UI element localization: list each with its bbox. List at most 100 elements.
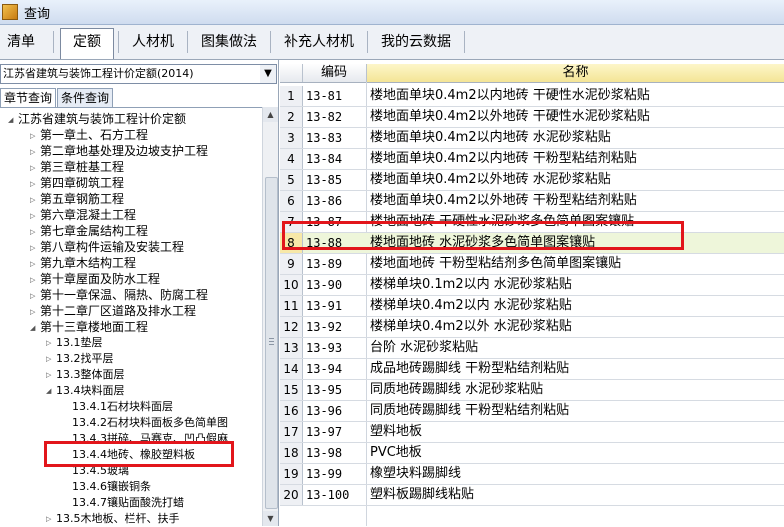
expand-toggle-icon[interactable]: ▷ xyxy=(30,160,40,176)
table-row[interactable]: 17 13-97 塑料地板 xyxy=(280,422,784,443)
table-row[interactable]: 9 13-89 楼地面地砖 干粉型粘结剂多色简单图案镶贴 xyxy=(280,254,784,275)
expand-toggle-icon[interactable]: ◢ xyxy=(46,383,56,399)
tab-tuji-zuofa[interactable]: 图集做法 xyxy=(193,29,265,55)
tree-node-subsection[interactable]: 13.4.2石材块料面板多色简单图 xyxy=(72,415,228,431)
table-row[interactable]: 13 13-93 台阶 水泥砂浆粘贴 xyxy=(280,338,784,359)
tree-node-chapter[interactable]: ▷ 第五章钢筋工程 xyxy=(30,191,124,207)
tree-node-chapter[interactable]: ▷ 第八章构件运输及安装工程 xyxy=(30,239,184,255)
header-name[interactable]: 名称 xyxy=(367,64,784,82)
table-row[interactable]: 2 13-82 楼地面单块0.4m2以外地砖 干硬性水泥砂浆粘贴 xyxy=(280,107,784,128)
tree-node-section[interactable]: ▷ 13.3整体面层 xyxy=(46,367,125,383)
table-row[interactable]: 19 13-99 橡塑块料踢脚线 xyxy=(280,464,784,485)
row-number: 20 xyxy=(280,485,303,505)
expand-toggle-icon[interactable]: ▷ xyxy=(30,240,40,256)
scroll-up-icon[interactable]: ▲ xyxy=(263,107,278,122)
expand-toggle-icon[interactable]: ▷ xyxy=(30,176,40,192)
table-row[interactable]: 14 13-94 成品地砖踢脚线 干粉型粘结剂粘贴 xyxy=(280,359,784,380)
table-row-selected[interactable]: 8 13-88 楼地面地砖 水泥砂浆多色简单图案镶贴 xyxy=(280,233,784,254)
table-row[interactable]: 7 13-87 楼地面地砖 干硬性水泥砂浆多色简单图案镶贴 xyxy=(280,212,784,233)
tab-separator xyxy=(118,31,119,53)
quota-library-select[interactable]: 江苏省建筑与装饰工程计价定额(2014) ▼ xyxy=(0,64,277,84)
row-name: 楼地面单块0.4m2以外地砖 干硬性水泥砂浆粘贴 xyxy=(370,109,650,124)
tree-node-chapter[interactable]: ▷ 第十二章厂区道路及排水工程 xyxy=(30,303,196,319)
row-number: 13 xyxy=(280,338,303,358)
expand-toggle-icon[interactable]: ▷ xyxy=(46,367,56,383)
header-code[interactable]: 编码 xyxy=(303,64,365,82)
table-row[interactable]: 4 13-84 楼地面单块0.4m2以内地砖 干粉型粘结剂粘贴 xyxy=(280,149,784,170)
expand-toggle-icon[interactable]: ▷ xyxy=(30,288,40,304)
table-row[interactable]: 11 13-91 楼梯单块0.4m2以内 水泥砂浆粘贴 xyxy=(280,296,784,317)
tab-dinge[interactable]: 定额 xyxy=(60,28,114,59)
expand-toggle-icon[interactable]: ▷ xyxy=(30,224,40,240)
expand-toggle-icon[interactable]: ▷ xyxy=(30,272,40,288)
row-name: 楼梯单块0.4m2以内 水泥砂浆粘贴 xyxy=(370,298,572,313)
tree-node-subsection[interactable]: 13.4.6镶嵌铜条 xyxy=(72,479,151,495)
tab-buchong-rencaiji[interactable]: 补充人材机 xyxy=(276,29,362,55)
tree-node-section[interactable]: ▷ 13.2找平层 xyxy=(46,351,114,367)
expand-toggle-icon[interactable]: ▷ xyxy=(30,208,40,224)
row-name: 同质地砖踢脚线 水泥砂浆粘贴 xyxy=(370,382,544,397)
tree-node-chapter[interactable]: ▷ 第十章屋面及防水工程 xyxy=(30,271,160,287)
expand-toggle-icon[interactable]: ▷ xyxy=(46,335,56,351)
table-row[interactable]: 20 13-100 塑料板踢脚线粘贴 xyxy=(280,485,784,506)
tree-node-chapter[interactable]: ▷ 第二章地基处理及边坡支护工程 xyxy=(30,143,208,159)
tree-scrollbar[interactable]: ▲ ▼ xyxy=(262,107,278,526)
tree-node-chapter[interactable]: ▷ 第十一章保温、隔热、防腐工程 xyxy=(30,287,208,303)
tab-separator xyxy=(270,31,271,53)
table-row[interactable]: 1 13-81 楼地面单块0.4m2以内地砖 干硬性水泥砂浆粘贴 xyxy=(280,86,784,107)
quota-grid: 编码 名称 1 13-81 楼地面单块0.4m2以内地砖 干硬性水泥砂浆粘贴 2 13… xyxy=(280,60,784,526)
expand-toggle-icon[interactable]: ▷ xyxy=(30,128,40,144)
table-row[interactable]: 6 13-86 楼地面单块0.4m2以外地砖 干粉型粘结剂粘贴 xyxy=(280,191,784,212)
tree-node-label: 第一章土、石方工程 xyxy=(40,128,149,142)
tab-chapter-query[interactable]: 章节查询 xyxy=(0,88,57,108)
tree-node-label: 13.4.2石材块料面板多色简单图 xyxy=(72,416,228,429)
tree-node-chapter[interactable]: ▷ 第一章土、石方工程 xyxy=(30,127,148,143)
table-row[interactable]: 12 13-92 楼梯单块0.4m2以外 水泥砂浆粘贴 xyxy=(280,317,784,338)
dropdown-arrow-icon[interactable]: ▼ xyxy=(260,65,276,83)
row-code: 13-94 xyxy=(306,362,343,376)
expand-toggle-icon[interactable]: ▷ xyxy=(30,256,40,272)
scroll-thumb[interactable] xyxy=(265,177,278,509)
tree-node-chapter[interactable]: ▷ 第六章混凝土工程 xyxy=(30,207,136,223)
expand-toggle-icon[interactable]: ▷ xyxy=(30,192,40,208)
expand-toggle-icon[interactable]: ◢ xyxy=(8,112,18,128)
expand-toggle-icon[interactable]: ▷ xyxy=(46,511,56,527)
expand-toggle-icon[interactable]: ◢ xyxy=(30,320,40,336)
table-row[interactable]: 18 13-98 PVC地板 xyxy=(280,443,784,464)
tree-node-label: 第四章砌筑工程 xyxy=(40,176,125,190)
tab-qingdan[interactable]: 清单 xyxy=(2,29,40,55)
tree-node-section[interactable]: ▷ 13.5木地板、栏杆、扶手 xyxy=(46,511,180,527)
table-row[interactable]: 16 13-96 同质地砖踢脚线 干粉型粘结剂粘贴 xyxy=(280,401,784,422)
table-row[interactable]: 15 13-95 同质地砖踢脚线 水泥砂浆粘贴 xyxy=(280,380,784,401)
tree-node-chapter[interactable]: ▷ 第七章金属结构工程 xyxy=(30,223,148,239)
tree-node-subsection[interactable]: 13.4.3拼碎、马赛克、凹凸假麻 xyxy=(72,431,228,447)
tree-node-subsection-selected[interactable]: 13.4.4地砖、橡胶塑料板 xyxy=(72,447,195,463)
row-number: 16 xyxy=(280,401,303,421)
tab-condition-query[interactable]: 条件查询 xyxy=(57,88,114,108)
tree-node-section[interactable]: ◢ 13.4块料面层 xyxy=(46,383,125,399)
tree-node-subsection[interactable]: 13.4.7镶贴面酸洗打蜡 xyxy=(72,495,184,511)
table-row[interactable]: 5 13-85 楼地面单块0.4m2以外地砖 水泥砂浆粘贴 xyxy=(280,170,784,191)
expand-toggle-icon[interactable]: ▷ xyxy=(30,304,40,320)
row-code: 13-96 xyxy=(306,404,343,418)
tree-node-chapter[interactable]: ▷ 第四章砌筑工程 xyxy=(30,175,124,191)
row-number: 12 xyxy=(280,317,303,337)
table-row[interactable]: 10 13-90 楼梯单块0.1m2以内 水泥砂浆粘贴 xyxy=(280,275,784,296)
table-row[interactable]: 3 13-83 楼地面单块0.4m2以内地砖 水泥砂浆粘贴 xyxy=(280,128,784,149)
tab-rencaiji[interactable]: 人材机 xyxy=(124,29,182,55)
tree-node-section[interactable]: ▷ 13.1垫层 xyxy=(46,335,103,351)
expand-toggle-icon[interactable]: ▷ xyxy=(30,144,40,160)
tree-node-subsection[interactable]: 13.4.5玻璃 xyxy=(72,463,129,479)
row-number: 1 xyxy=(280,86,303,106)
row-name: 楼梯单块0.4m2以外 水泥砂浆粘贴 xyxy=(370,319,572,334)
tree-node-subsection[interactable]: 13.4.1石材块料面层 xyxy=(72,399,173,415)
tree-node-label: 13.5木地板、栏杆、扶手 xyxy=(56,512,180,525)
scroll-down-icon[interactable]: ▼ xyxy=(263,511,278,526)
tree-node-chapter[interactable]: ▷ 第九章木结构工程 xyxy=(30,255,136,271)
tree-node-label: 第七章金属结构工程 xyxy=(40,224,149,238)
tree-node-root[interactable]: ◢ 江苏省建筑与装饰工程计价定额 xyxy=(8,111,186,127)
tree-node-chapter[interactable]: ▷ 第三章桩基工程 xyxy=(30,159,124,175)
tree-node-chapter[interactable]: ◢ 第十三章楼地面工程 xyxy=(30,319,148,335)
expand-toggle-icon[interactable]: ▷ xyxy=(46,351,56,367)
tab-cloud-data[interactable]: 我的云数据 xyxy=(373,29,459,55)
